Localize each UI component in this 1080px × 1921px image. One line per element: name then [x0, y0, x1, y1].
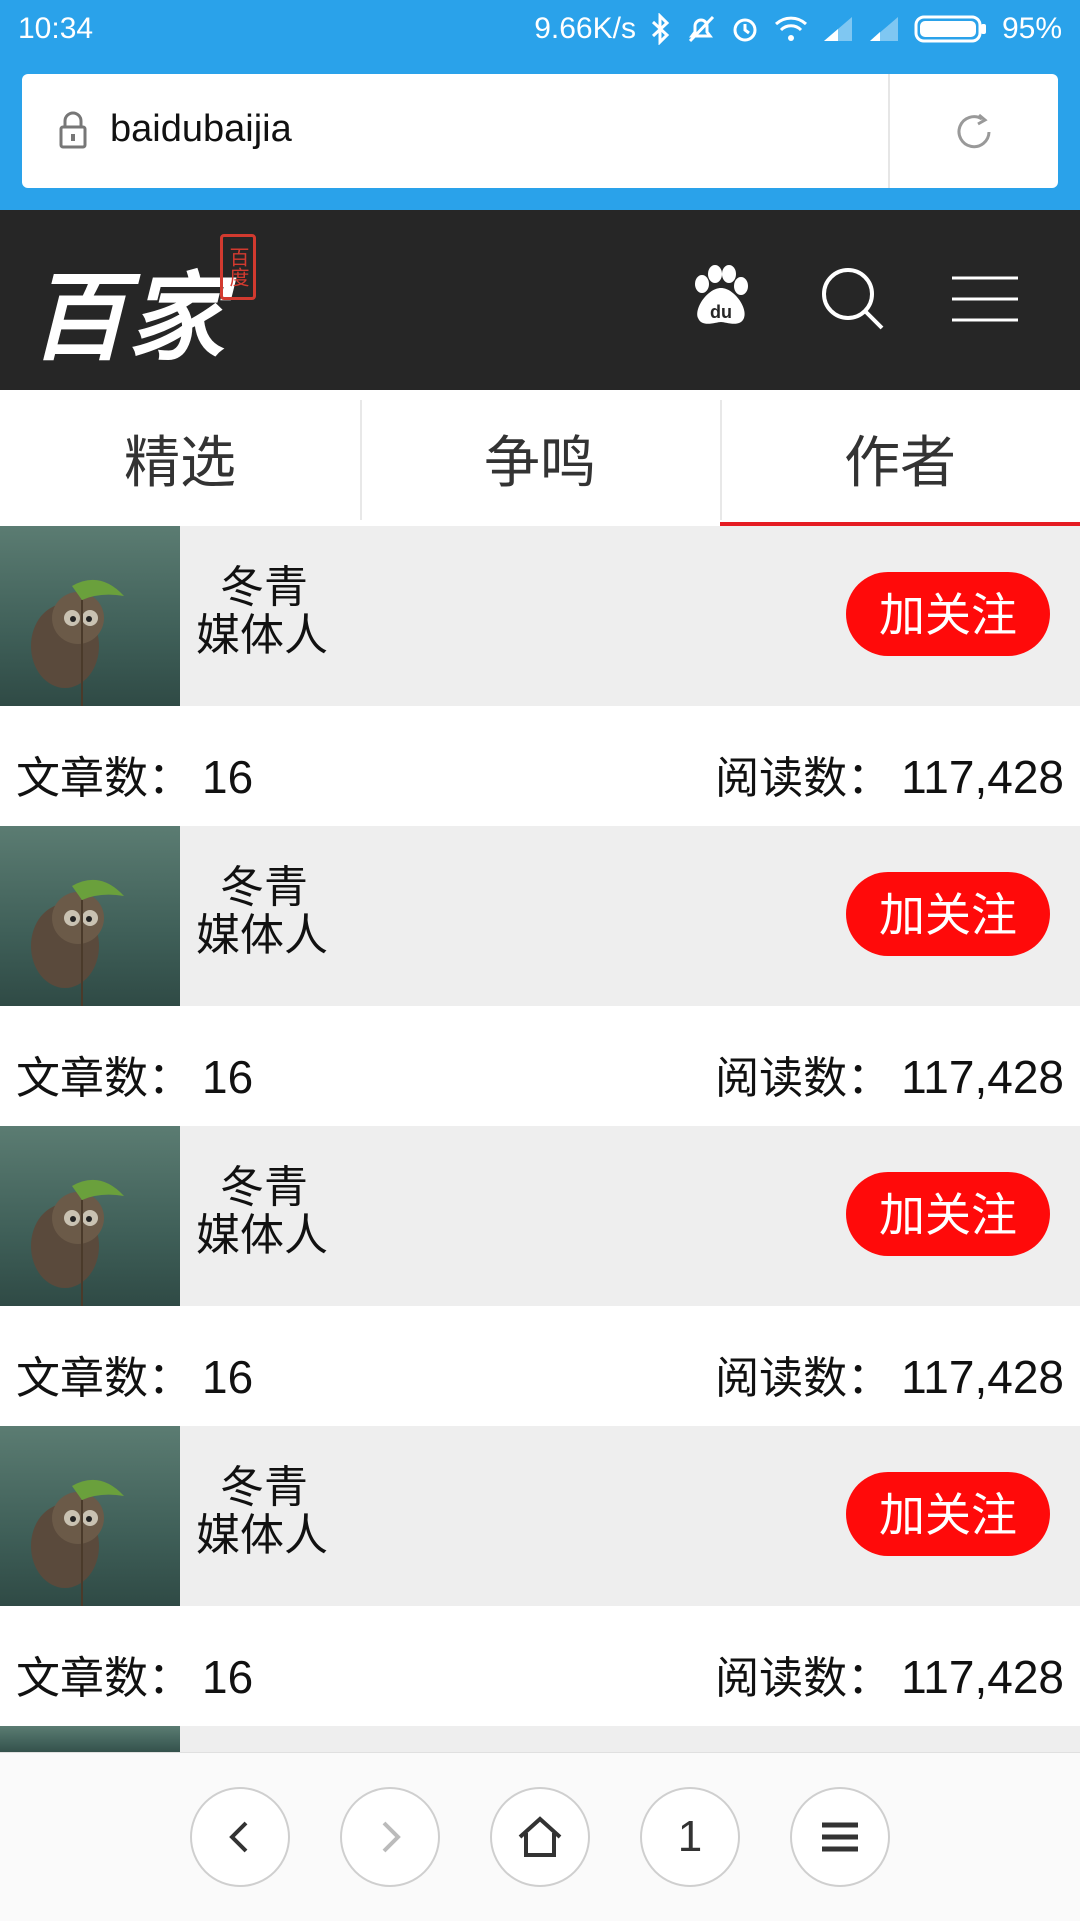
author-role: 媒体人 [196, 1210, 328, 1261]
wifi-icon [774, 15, 808, 43]
follow-button[interactable]: 加关注 [846, 1172, 1050, 1256]
author-name-block[interactable]: 冬青 媒体人 [196, 864, 328, 960]
url-text[interactable]: baidubaijia [110, 108, 292, 151]
logo-text: 百家 [30, 261, 226, 374]
articles-count: 16 [202, 751, 254, 803]
author-name: 冬青 [220, 1162, 308, 1213]
author-header[interactable]: 冬青 媒体人 加关注 [0, 826, 1080, 1006]
home-button[interactable] [490, 1787, 590, 1887]
baidu-paw-icon[interactable]: du [686, 264, 752, 334]
author-role: 媒体人 [196, 1510, 328, 1561]
author-stats: 文章数： 16 阅读数： 117,428 [0, 1606, 1080, 1726]
author-name-block[interactable]: 冬青 媒体人 [196, 1164, 328, 1260]
tab-debate[interactable]: 争鸣 [360, 390, 720, 526]
back-button[interactable] [190, 1787, 290, 1887]
author-header[interactable]: 冬青 媒体人 加关注 [0, 526, 1080, 706]
avatar[interactable] [0, 1426, 180, 1606]
chevron-right-icon [382, 1821, 401, 1853]
author-card: 冬青 媒体人 加关注 文章数： 16 阅读数： 117,428 [0, 1426, 1080, 1726]
tab-authors[interactable]: 作者 [720, 390, 1080, 526]
reads-count: 117,428 [901, 1051, 1064, 1103]
follow-button[interactable]: 加关注 [846, 1472, 1050, 1556]
tab-featured[interactable]: 精选 [0, 390, 360, 526]
author-name: 冬青 [220, 862, 308, 913]
follow-button[interactable]: 加关注 [846, 572, 1050, 656]
tabs-button[interactable]: 1 [640, 1787, 740, 1887]
author-header[interactable]: 冬青 媒体人 加关注 [0, 1426, 1080, 1606]
reads-label: 阅读数： [715, 1353, 892, 1404]
home-icon [518, 1816, 562, 1857]
reads-count: 117,428 [901, 1651, 1064, 1703]
site-header: 百家 百度 du [0, 210, 1080, 390]
lock-icon [58, 110, 88, 154]
articles-label: 文章数： [16, 1353, 192, 1404]
search-icon[interactable] [818, 264, 886, 336]
address-bar[interactable]: baidubaijia [22, 74, 1058, 188]
browser-toolbar: baidubaijia [0, 60, 1080, 210]
battery-icon [914, 14, 988, 44]
reload-icon[interactable] [952, 110, 996, 158]
avatar[interactable] [0, 526, 180, 706]
forward-button[interactable] [340, 1787, 440, 1887]
articles-label: 文章数： [16, 1653, 192, 1704]
author-role: 媒体人 [196, 910, 328, 961]
author-role: 媒体人 [196, 610, 328, 661]
browser-bottom-nav: 1 [0, 1752, 1080, 1921]
author-card: 冬青 媒体人 加关注 文章数： 16 阅读数： 117,428 [0, 826, 1080, 1126]
chevron-left-icon [229, 1821, 248, 1853]
reads-label: 阅读数： [715, 1653, 892, 1704]
articles-label: 文章数： [16, 1053, 192, 1104]
status-time: 10:34 [18, 12, 94, 45]
author-stats: 文章数： 16 阅读数： 117,428 [0, 706, 1080, 826]
alarm-icon [730, 14, 760, 44]
avatar[interactable] [0, 1126, 180, 1306]
author-list: 冬青 媒体人 加关注 文章数： 16 阅读数： 117,428 冬青 媒体人 加… [0, 526, 1080, 1726]
follow-button[interactable]: 加关注 [846, 872, 1050, 956]
articles-count: 16 [202, 1351, 254, 1403]
battery-percent: 95% [1001, 12, 1062, 45]
menu-button[interactable] [790, 1787, 890, 1887]
mute-icon [686, 14, 716, 44]
author-header[interactable]: 冬青 媒体人 加关注 [0, 1126, 1080, 1306]
network-speed: 9.66K/s [534, 12, 636, 45]
author-card: 冬青 媒体人 加关注 文章数： 16 阅读数： 117,428 [0, 1126, 1080, 1426]
hamburger-menu-icon[interactable] [950, 264, 1020, 338]
reads-label: 阅读数： [715, 753, 892, 804]
bluetooth-icon [650, 13, 672, 45]
author-name-block[interactable]: 冬青 媒体人 [196, 1464, 328, 1560]
svg-text:du: du [710, 302, 732, 322]
author-card: 冬青 媒体人 加关注 文章数： 16 阅读数： 117,428 [0, 526, 1080, 826]
articles-label: 文章数： [16, 753, 192, 804]
avatar[interactable] [0, 826, 180, 1006]
author-name: 冬青 [220, 1462, 308, 1513]
author-name: 冬青 [220, 562, 308, 613]
author-stats: 文章数： 16 阅读数： 117,428 [0, 1006, 1080, 1126]
author-stats: 文章数： 16 阅读数： 117,428 [0, 1306, 1080, 1426]
articles-count: 16 [202, 1051, 254, 1103]
address-divider [888, 74, 890, 188]
reads-count: 117,428 [901, 751, 1064, 803]
signal-icon [822, 15, 854, 43]
reads-count: 117,428 [901, 1351, 1064, 1403]
baijia-logo[interactable]: 百家 百度 [30, 234, 260, 374]
category-tabs: 精选 争鸣 作者 [0, 390, 1080, 526]
tab-count: 1 [677, 1812, 703, 1861]
logo-seal: 百度 [220, 234, 256, 300]
signal-icon [868, 15, 900, 43]
menu-icon [822, 1822, 858, 1852]
status-bar: 10:34 9.66K/s 95% [0, 0, 1080, 60]
articles-count: 16 [202, 1651, 254, 1703]
reads-label: 阅读数： [715, 1053, 892, 1104]
author-name-block[interactable]: 冬青 媒体人 [196, 564, 328, 660]
